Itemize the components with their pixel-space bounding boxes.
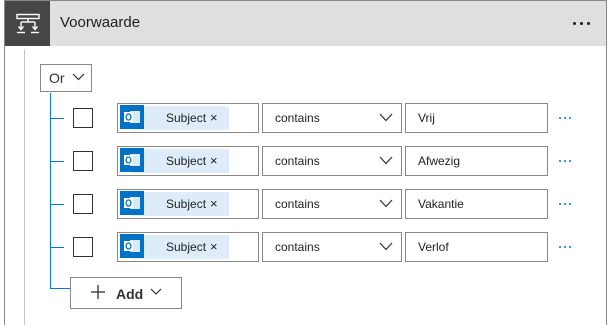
row-connector-line — [50, 161, 64, 162]
remove-token-icon[interactable]: × — [210, 196, 218, 211]
more-dot — [564, 117, 566, 119]
condition-value-input[interactable]: Vrij — [405, 103, 548, 133]
group-operator-select[interactable]: Or — [40, 64, 92, 92]
condition-operator-select[interactable]: contains — [262, 232, 402, 262]
remove-token-icon[interactable]: × — [210, 239, 218, 254]
chevron-down-icon — [379, 199, 393, 208]
chevron-down-icon — [379, 242, 393, 251]
condition-value-input[interactable]: Verlof — [405, 232, 548, 262]
chevron-down-icon — [379, 113, 393, 122]
chevron-down-icon — [72, 73, 85, 81]
token-label: Subject — [166, 240, 207, 254]
row-select-checkbox[interactable] — [73, 108, 93, 128]
group-operator-value: Or — [49, 70, 65, 86]
outlook-icon — [120, 148, 144, 172]
row-more-options-button[interactable] — [553, 108, 577, 128]
more-dot — [559, 117, 561, 119]
outlook-icon — [120, 105, 144, 129]
card-more-options-button[interactable] — [565, 10, 597, 36]
more-dot — [572, 21, 576, 25]
condition-value-input[interactable]: Vakantie — [405, 189, 548, 219]
more-dot — [559, 160, 561, 162]
more-dot — [564, 246, 566, 248]
condition-value-input[interactable]: Afwezig — [405, 146, 548, 176]
dynamic-content-token: Subject × — [120, 148, 229, 173]
outlook-icon — [120, 191, 144, 215]
token-label: Subject — [166, 197, 207, 211]
more-dot — [559, 246, 561, 248]
remove-token-icon[interactable]: × — [210, 110, 218, 125]
add-condition-button[interactable]: Add — [70, 277, 182, 309]
more-dot — [564, 160, 566, 162]
condition-operator-select[interactable]: contains — [262, 146, 402, 176]
more-dot — [564, 203, 566, 205]
row-more-options-button[interactable] — [553, 151, 577, 171]
more-dot — [579, 21, 583, 25]
row-connector-line — [50, 118, 64, 119]
add-button-label: Add — [116, 286, 144, 302]
more-dot — [569, 160, 571, 162]
operator-value: contains — [275, 111, 320, 125]
outlook-icon — [120, 234, 144, 258]
operator-value: contains — [275, 197, 320, 211]
dynamic-content-token: Subject × — [120, 191, 229, 216]
row-connector-line — [50, 204, 64, 205]
token-label: Subject — [166, 154, 207, 168]
condition-left-field[interactable]: Subject × — [117, 103, 259, 133]
more-dot — [569, 246, 571, 248]
card-header[interactable]: Voorwaarde — [5, 1, 606, 46]
more-dot — [569, 203, 571, 205]
operator-value: contains — [275, 154, 320, 168]
row-connector-line — [50, 247, 64, 248]
condition-left-field[interactable]: Subject × — [117, 189, 259, 219]
condition-left-field[interactable]: Subject × — [117, 232, 259, 262]
row-more-options-button[interactable] — [553, 237, 577, 257]
more-dot — [559, 203, 561, 205]
dynamic-content-token: Subject × — [120, 234, 229, 259]
more-dot — [586, 21, 590, 25]
card-title: Voorwaarde — [60, 14, 141, 31]
row-select-checkbox[interactable] — [73, 194, 93, 214]
plus-icon — [91, 285, 105, 299]
chevron-down-icon — [150, 288, 162, 295]
row-select-checkbox[interactable] — [73, 237, 93, 257]
group-tree-line — [50, 93, 51, 288]
add-connector-line — [50, 288, 70, 289]
condition-operator-select[interactable]: contains — [262, 103, 402, 133]
condition-operator-select[interactable]: contains — [262, 189, 402, 219]
remove-token-icon[interactable]: × — [210, 153, 218, 168]
condition-icon — [5, 1, 50, 46]
row-select-checkbox[interactable] — [73, 151, 93, 171]
more-dot — [569, 117, 571, 119]
condition-left-field[interactable]: Subject × — [117, 146, 259, 176]
operator-value: contains — [275, 240, 320, 254]
chevron-down-icon — [379, 156, 393, 165]
row-more-options-button[interactable] — [553, 194, 577, 214]
token-label: Subject — [166, 111, 207, 125]
dynamic-content-token: Subject × — [120, 105, 229, 130]
